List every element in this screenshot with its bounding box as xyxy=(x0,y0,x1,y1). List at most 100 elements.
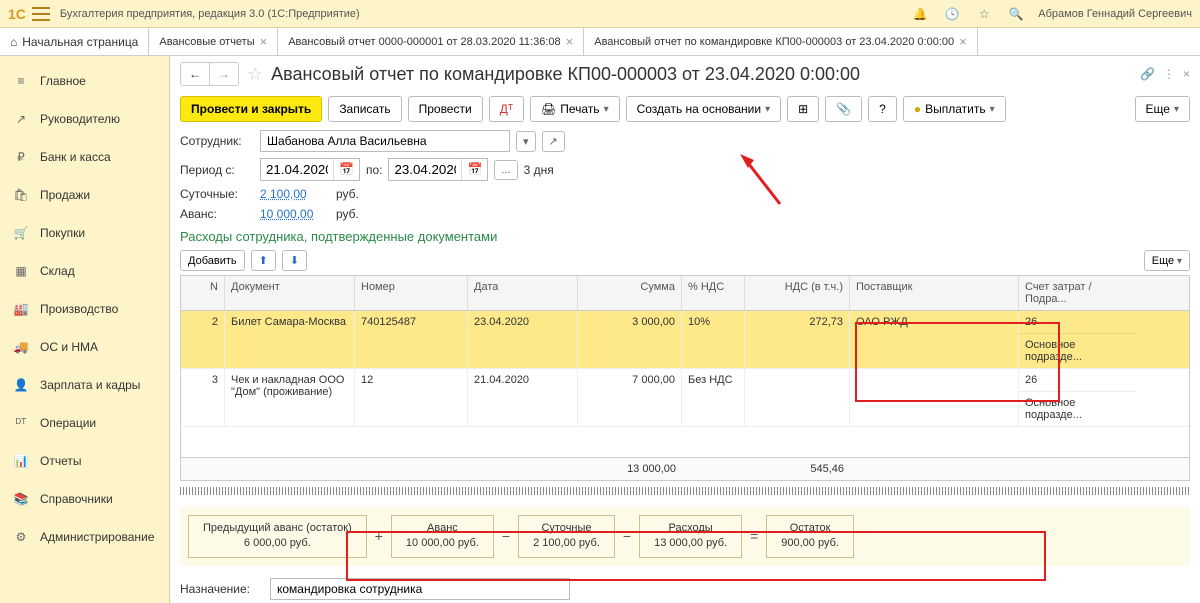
period-more-button[interactable]: ... xyxy=(494,160,517,180)
col-num[interactable]: Номер xyxy=(355,276,468,310)
col-vat[interactable]: % НДС xyxy=(682,276,745,310)
hamburger-icon[interactable] xyxy=(32,7,50,21)
tab-1[interactable]: Авансовый отчет 0000-000001 от 28.03.202… xyxy=(278,28,584,55)
post-close-button[interactable]: Провести и закрыть xyxy=(180,96,322,122)
col-date[interactable]: Дата xyxy=(468,276,578,310)
date-to-input[interactable] xyxy=(389,159,461,180)
sidebar-item-manager[interactable]: ↗Руководителю xyxy=(0,100,169,138)
coin-icon: ● xyxy=(914,102,921,116)
more-button[interactable]: Еще xyxy=(1135,96,1190,122)
tab-2[interactable]: Авансовый отчет по командировке КП00-000… xyxy=(584,28,977,55)
date-from-input[interactable] xyxy=(261,159,333,180)
total-vat: 545,46 xyxy=(745,458,850,480)
sidebar-item-assets[interactable]: 🚚ОС и НМА xyxy=(0,328,169,366)
calendar-icon[interactable]: 📅 xyxy=(461,159,487,180)
sidebar-item-sales[interactable]: 🛍Продажи xyxy=(0,176,169,214)
link-icon[interactable]: 🔗 xyxy=(1140,67,1155,81)
nav-arrows: ← → xyxy=(180,62,239,86)
sidebar-item-hr[interactable]: 👤Зарплата и кадры xyxy=(0,366,169,404)
forward-button[interactable]: → xyxy=(210,63,238,85)
sidebar-item-label: Главное xyxy=(40,74,86,88)
employee-field[interactable] xyxy=(260,130,510,152)
cell-supp: ОАО РЖД xyxy=(850,311,1019,368)
sidebar-item-reports[interactable]: 📊Отчеты xyxy=(0,442,169,480)
sidebar-item-main[interactable]: ≡Главное xyxy=(0,62,169,100)
create-based-button[interactable]: Создать на основании xyxy=(626,96,782,122)
sidebar-item-purchases[interactable]: 🛒Покупки xyxy=(0,214,169,252)
select-employee-button[interactable]: ▾ xyxy=(516,131,536,152)
table-row[interactable]: 2 Билет Самара-Москва 740125487 23.04.20… xyxy=(181,311,1189,369)
attach-button[interactable]: 📎 xyxy=(825,96,862,122)
close-icon[interactable]: × xyxy=(959,34,967,49)
calc-label: Предыдущий аванс (остаток) xyxy=(203,521,352,536)
books-icon: 📚 xyxy=(12,490,30,508)
advance-link[interactable]: 10 000,00 xyxy=(260,207,330,221)
tab-0[interactable]: Авансовые отчеты × xyxy=(149,28,278,55)
col-sum[interactable]: Сумма xyxy=(578,276,682,310)
sidebar: ≡Главное ↗Руководителю ₽Банк и касса 🛍Пр… xyxy=(0,56,170,603)
col-acct[interactable]: Счет затрат / Подра... xyxy=(1019,276,1136,310)
sidebar-item-catalogs[interactable]: 📚Справочники xyxy=(0,480,169,518)
close-icon[interactable]: × xyxy=(1183,67,1190,81)
calc-value: 2 100,00 руб. xyxy=(533,536,600,551)
add-button[interactable]: Добавить xyxy=(180,250,245,271)
post-button[interactable]: Провести xyxy=(408,96,483,122)
more-icon[interactable]: ⋮ xyxy=(1163,67,1175,81)
cell-vatamt: 272,73 xyxy=(745,311,850,368)
section-title: Расходы сотрудника, подтвержденные докум… xyxy=(180,229,1190,244)
purpose-input[interactable] xyxy=(270,578,570,600)
col-vatamt[interactable]: НДС (в т.ч.) xyxy=(745,276,850,310)
acct-line1: 26 xyxy=(1019,311,1136,334)
scrollbar[interactable] xyxy=(180,487,1190,495)
history-icon[interactable]: 🕓 xyxy=(942,4,962,24)
search-icon[interactable]: 🔍 xyxy=(1006,4,1026,24)
sidebar-item-operations[interactable]: ᴰᵀОперации xyxy=(0,404,169,442)
move-up-button[interactable]: ⬆ xyxy=(251,250,276,271)
calc-label: Суточные xyxy=(533,521,600,536)
save-button[interactable]: Записать xyxy=(328,96,401,122)
app-title: Бухгалтерия предприятия, редакция 3.0 (1… xyxy=(60,8,910,20)
sidebar-item-admin[interactable]: ⚙Администрирование xyxy=(0,518,169,556)
sidebar-item-bank[interactable]: ₽Банк и касса xyxy=(0,138,169,176)
help-button[interactable]: ? xyxy=(868,96,897,122)
minus-icon: − xyxy=(623,528,631,544)
sidebar-item-label: Отчеты xyxy=(40,454,81,468)
person-icon: 👤 xyxy=(12,376,30,394)
cell-sum: 7 000,00 xyxy=(578,369,682,426)
tab-label: Авансовый отчет 0000-000001 от 28.03.202… xyxy=(288,36,560,48)
factory-icon: 🏭 xyxy=(12,300,30,318)
sidebar-item-production[interactable]: 🏭Производство xyxy=(0,290,169,328)
calc-advance: Аванс10 000,00 руб. xyxy=(391,515,494,558)
grid-icon: ▦ xyxy=(12,262,30,280)
back-button[interactable]: ← xyxy=(181,63,210,85)
star-icon[interactable]: ☆ xyxy=(247,64,263,85)
notifications-icon[interactable]: 🔔 xyxy=(910,4,930,24)
open-employee-button[interactable]: ↗ xyxy=(542,131,565,152)
calc-expenses: Расходы13 000,00 руб. xyxy=(639,515,742,558)
to-label: по: xyxy=(366,163,383,177)
pay-button[interactable]: ● Выплатить xyxy=(903,96,1006,122)
table-row[interactable]: 3 Чек и накладная ООО "Дом" (проживание)… xyxy=(181,369,1189,427)
col-doc[interactable]: Документ xyxy=(225,276,355,310)
sub-more-button[interactable]: Еще xyxy=(1144,250,1190,271)
movements-button[interactable]: Дᵀ xyxy=(489,96,524,122)
period-label: Период с: xyxy=(180,163,254,177)
cell-date: 21.04.2020 xyxy=(468,369,578,426)
perdiem-link[interactable]: 2 100,00 xyxy=(260,187,330,201)
calendar-icon[interactable]: 📅 xyxy=(333,159,359,180)
close-icon[interactable]: × xyxy=(566,34,574,49)
sidebar-item-warehouse[interactable]: ▦Склад xyxy=(0,252,169,290)
acct-line2: Основное подразде... xyxy=(1019,392,1136,426)
structure-button[interactable]: ⊞ xyxy=(787,96,819,122)
close-icon[interactable]: × xyxy=(260,34,268,49)
sidebar-item-label: Администрирование xyxy=(40,530,154,544)
move-down-button[interactable]: ⬇ xyxy=(282,250,307,271)
home-tab[interactable]: ⌂ Начальная страница xyxy=(0,28,149,55)
print-button[interactable]: 🖨 Печать xyxy=(530,96,620,122)
col-supp[interactable]: Поставщик xyxy=(850,276,1019,310)
date-to-wrap: 📅 xyxy=(388,158,488,181)
favorite-icon[interactable]: ☆ xyxy=(974,4,994,24)
col-n[interactable]: N xyxy=(181,276,225,310)
sidebar-item-label: ОС и НМА xyxy=(40,340,98,354)
current-user[interactable]: Абрамов Геннадий Сергеевич xyxy=(1038,8,1192,20)
